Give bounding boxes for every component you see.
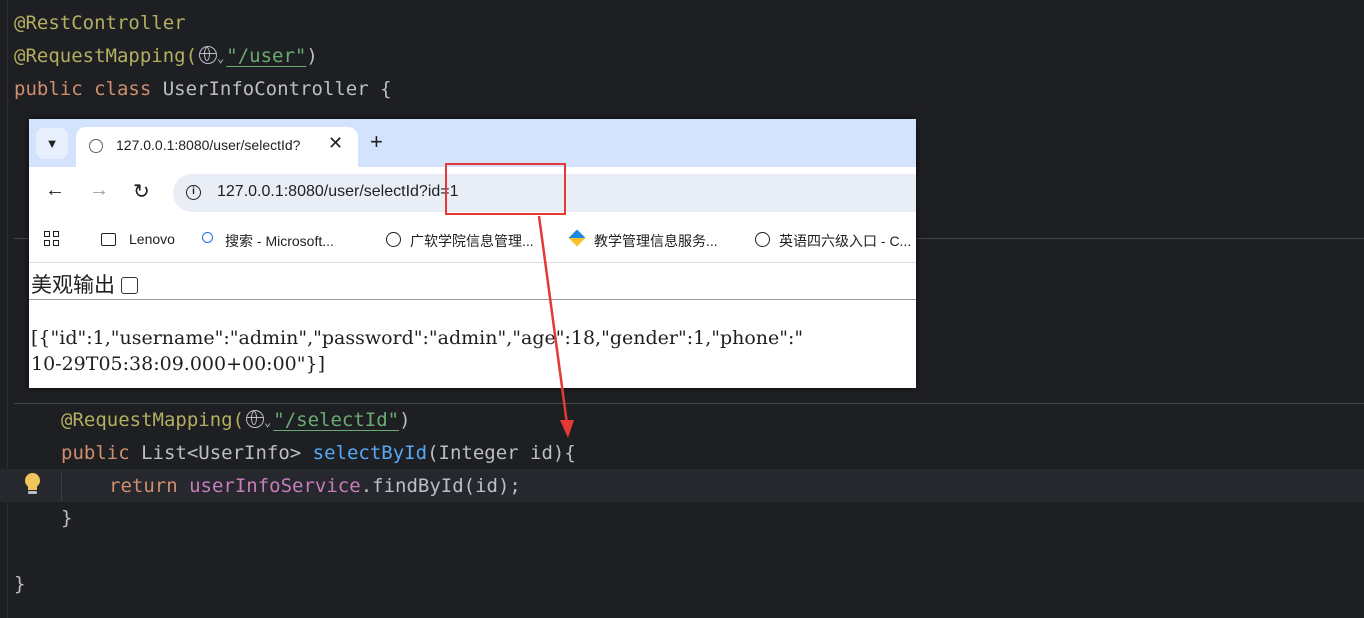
- tab-search-button[interactable]: ▼: [36, 128, 68, 159]
- chevron-down-icon: ▼: [45, 136, 59, 151]
- url-param-highlight-box: [445, 163, 566, 215]
- annotation-request-mapping: @RequestMapping(: [14, 45, 198, 67]
- code-line-4[interactable]: @RequestMapping( ⌄ "/selectId"): [61, 404, 411, 437]
- annotation-rest-controller: @RestController: [14, 12, 186, 34]
- code-line-5[interactable]: public List<UserInfo> selectById(Integer…: [61, 437, 576, 470]
- method-name[interactable]: selectById: [313, 442, 427, 464]
- field-user-info-service[interactable]: userInfoService: [189, 475, 361, 497]
- annotation-request-mapping: @RequestMapping(: [61, 409, 245, 431]
- bookmarks-bar: Lenovo 搜索 - Microsoft... 广软学院信息管理... 教学管…: [29, 219, 916, 263]
- mapping-path-selectid[interactable]: "/selectId": [273, 409, 399, 431]
- code-line-6[interactable]: return userInfoService.findById(id);: [109, 470, 521, 503]
- keyword-class: class: [94, 78, 152, 100]
- search-icon: [202, 232, 213, 243]
- info-icon[interactable]: i: [186, 185, 201, 200]
- method-params: (Integer id){: [427, 442, 576, 464]
- code-line-3[interactable]: public class UserInfoController {: [14, 73, 392, 106]
- gutter-border: [7, 0, 8, 618]
- bookmark-cet-entry[interactable]: 英语四六级入口 - C...: [779, 231, 911, 251]
- bookmark-bing-search[interactable]: 搜索 - Microsoft...: [225, 231, 334, 251]
- paren-close: ): [306, 45, 318, 67]
- globe-icon: [755, 232, 770, 247]
- globe-icon: [89, 139, 103, 153]
- globe-icon: [386, 232, 401, 247]
- url-text[interactable]: 127.0.0.1:8080/user/selectId?id=1: [217, 183, 459, 201]
- bookmark-gsi-info[interactable]: 广软学院信息管理...: [410, 231, 534, 251]
- reload-button[interactable]: ↻: [133, 179, 150, 204]
- close-icon[interactable]: ✕: [328, 133, 343, 154]
- bookmark-lenovo[interactable]: Lenovo: [129, 231, 175, 247]
- keyword-public: public: [14, 78, 83, 100]
- lightbulb-icon[interactable]: [22, 472, 44, 498]
- indent-guide: [61, 470, 62, 501]
- keyword-public: public: [61, 442, 130, 464]
- pretty-print-checkbox[interactable]: [121, 277, 138, 294]
- globe-icon[interactable]: [199, 46, 218, 64]
- method-call: .findById(id);: [360, 475, 521, 497]
- json-response: [{"id":1,"username":"admin","password":"…: [31, 325, 803, 377]
- chevron-down-icon[interactable]: ⌄: [264, 415, 271, 429]
- paren-close: ): [399, 409, 411, 431]
- json-line: [{"id":1,"username":"admin","password":"…: [31, 327, 804, 349]
- browser-window[interactable]: ▼ 127.0.0.1:8080/user/selectId? ✕ + ← → …: [29, 119, 916, 388]
- browser-tab[interactable]: 127.0.0.1:8080/user/selectId? ✕: [76, 127, 358, 167]
- tab-bar: ▼ 127.0.0.1:8080/user/selectId? ✕ +: [29, 119, 916, 167]
- json-line: 10-29T05:38:09.000+00:00"}]: [31, 353, 325, 375]
- page-content: 美观输出 [{"id":1,"username":"admin","passwo…: [29, 263, 916, 388]
- pretty-print-toggle[interactable]: 美观输出: [31, 269, 138, 299]
- code-line-1[interactable]: @RestController: [14, 7, 186, 40]
- divider: [29, 299, 916, 300]
- forward-button[interactable]: →: [89, 179, 109, 202]
- tab-title: 127.0.0.1:8080/user/selectId?: [116, 137, 301, 153]
- class-name: UserInfoController {: [151, 78, 392, 100]
- bookmark-teaching-mgmt[interactable]: 教学管理信息服务...: [594, 231, 718, 251]
- return-type: List<UserInfo>: [129, 442, 313, 464]
- chevron-down-icon[interactable]: ⌄: [217, 51, 224, 65]
- keyword-return: return: [109, 475, 178, 497]
- code-line-8[interactable]: }: [14, 568, 25, 601]
- code-line-7[interactable]: }: [61, 502, 72, 535]
- new-tab-button[interactable]: +: [370, 129, 383, 155]
- apps-icon[interactable]: [44, 231, 59, 246]
- mapping-path-user[interactable]: "/user": [226, 45, 306, 67]
- pretty-print-label: 美观输出: [31, 273, 115, 297]
- back-button[interactable]: ←: [45, 179, 65, 202]
- globe-icon[interactable]: [246, 410, 265, 428]
- folder-icon: [101, 233, 116, 246]
- code-line-2[interactable]: @RequestMapping( ⌄ "/user"): [14, 40, 318, 73]
- cube-icon: [568, 229, 586, 247]
